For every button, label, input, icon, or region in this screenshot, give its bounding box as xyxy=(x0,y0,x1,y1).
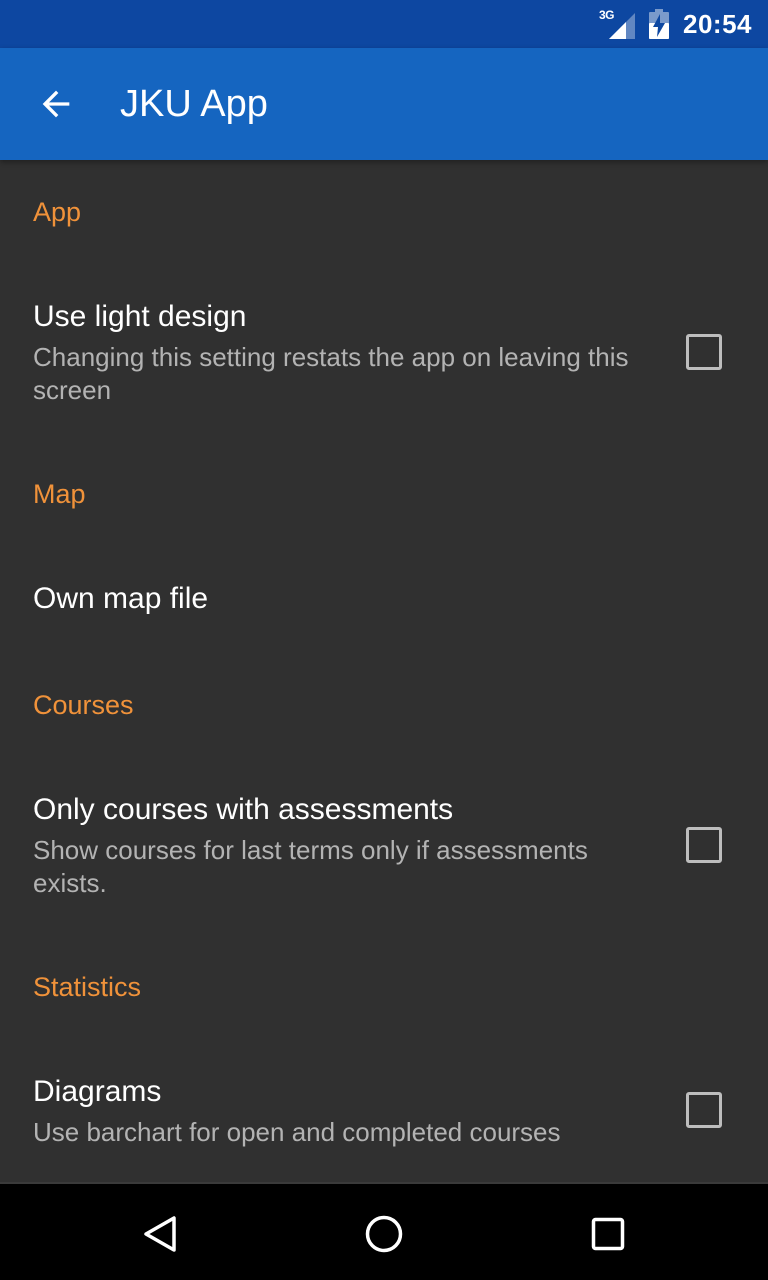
arrow-back-icon xyxy=(42,90,70,118)
nav-back-button[interactable] xyxy=(128,1202,192,1266)
preference-summary: Use barchart for open and completed cour… xyxy=(33,1117,561,1147)
courses-assessments-checkbox[interactable] xyxy=(686,827,722,863)
app-bar: JKU App xyxy=(0,48,768,160)
preference-title: Own map file xyxy=(33,582,209,615)
signal-icon: 3G xyxy=(599,9,635,39)
clock: 20:54 xyxy=(683,8,752,39)
page-title: JKU App xyxy=(120,83,268,125)
status-bar: 3G 20:54 xyxy=(0,0,768,48)
category-map: Map xyxy=(33,479,86,509)
nav-home-button[interactable] xyxy=(352,1202,416,1266)
preference-summary: Show courses for last terms only if asse… xyxy=(33,835,588,898)
preference-summary: Changing this setting restats the app on… xyxy=(33,342,629,405)
nav-home-icon xyxy=(365,1215,403,1253)
back-button[interactable] xyxy=(24,74,88,134)
preference-title: Use light design xyxy=(33,300,247,333)
navigation-bar xyxy=(0,1182,768,1280)
nav-back-icon xyxy=(144,1216,176,1252)
preference-title: Only courses with assessments xyxy=(33,793,454,826)
light-design-checkbox[interactable] xyxy=(686,334,722,370)
category-statistics: Statistics xyxy=(33,972,142,1002)
preference-title: Diagrams xyxy=(33,1075,162,1108)
status-icons: 3G 20:54 xyxy=(599,0,752,48)
diagrams-checkbox[interactable] xyxy=(686,1092,722,1128)
nav-recents-button[interactable] xyxy=(576,1202,640,1266)
category-app: App xyxy=(33,197,82,227)
preferences-list: App Use light design Changing this setti… xyxy=(0,160,768,1182)
nav-recents-icon xyxy=(591,1217,625,1251)
battery-charging-icon xyxy=(649,9,669,39)
category-courses: Courses xyxy=(33,690,134,720)
